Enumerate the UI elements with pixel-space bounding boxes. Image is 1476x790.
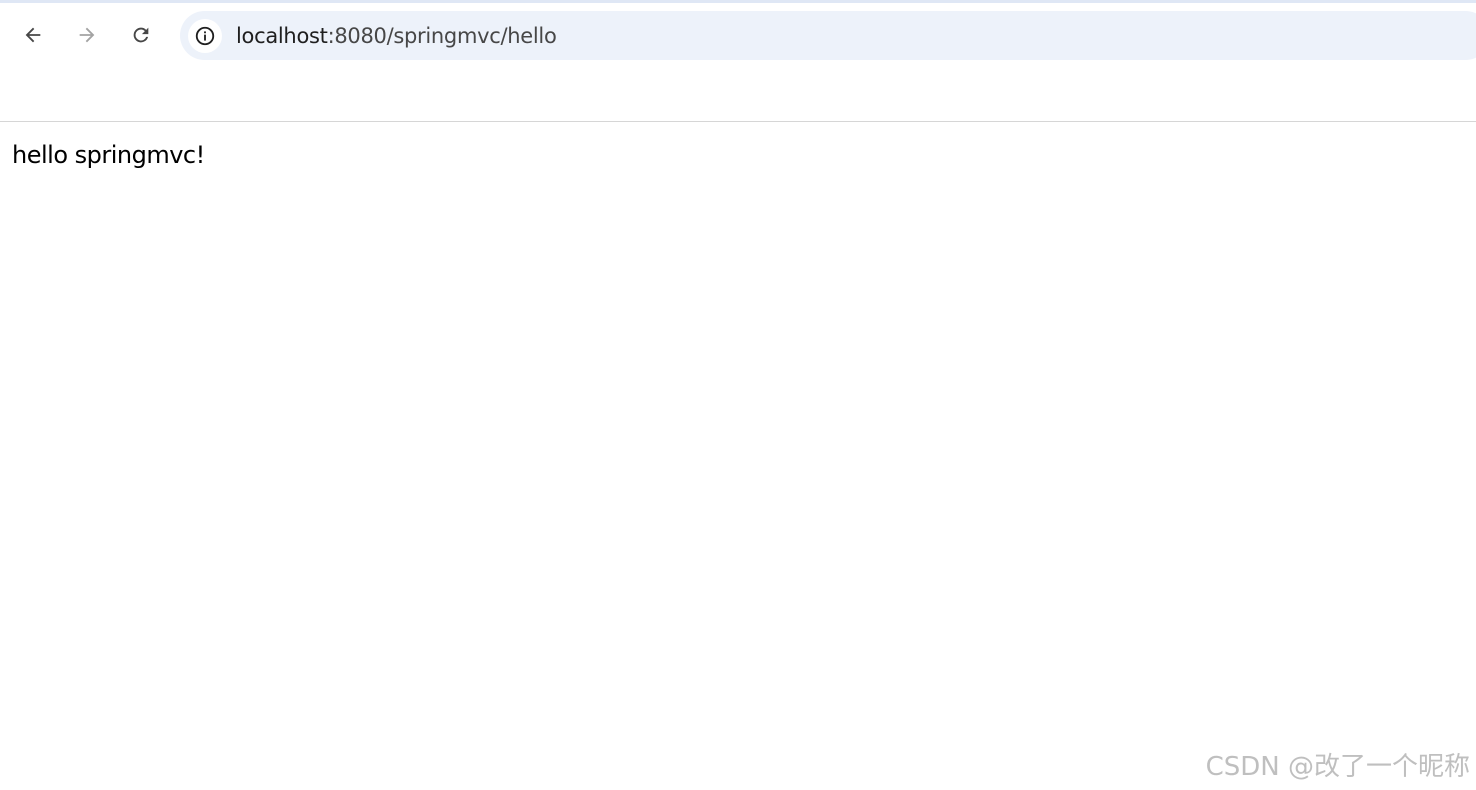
url-path: :8080/springmvc/hello — [327, 24, 557, 48]
url-host: localhost — [236, 24, 328, 48]
reload-icon — [133, 27, 149, 43]
address-bar[interactable]: localhost:8080/springmvc/hello — [180, 11, 1476, 60]
watermark: CSDN @改了一个昵称 — [1205, 752, 1470, 782]
url-text[interactable]: localhost:8080/springmvc/hello — [236, 23, 557, 49]
page-viewport: hello springmvc! CSDN @改了一个昵称 — [0, 123, 1476, 790]
forward-button[interactable] — [69, 17, 105, 53]
back-button[interactable] — [15, 17, 51, 53]
arrow-left-icon — [25, 27, 41, 43]
info-circle-icon — [195, 26, 215, 46]
arrow-right-icon — [79, 27, 95, 43]
reload-button[interactable] — [123, 17, 159, 53]
site-info-button[interactable] — [188, 19, 222, 53]
browser-toolbar: localhost:8080/springmvc/hello — [0, 0, 1476, 122]
page-body-text: hello springmvc! — [12, 141, 205, 169]
tab-strip-edge — [0, 0, 1476, 3]
